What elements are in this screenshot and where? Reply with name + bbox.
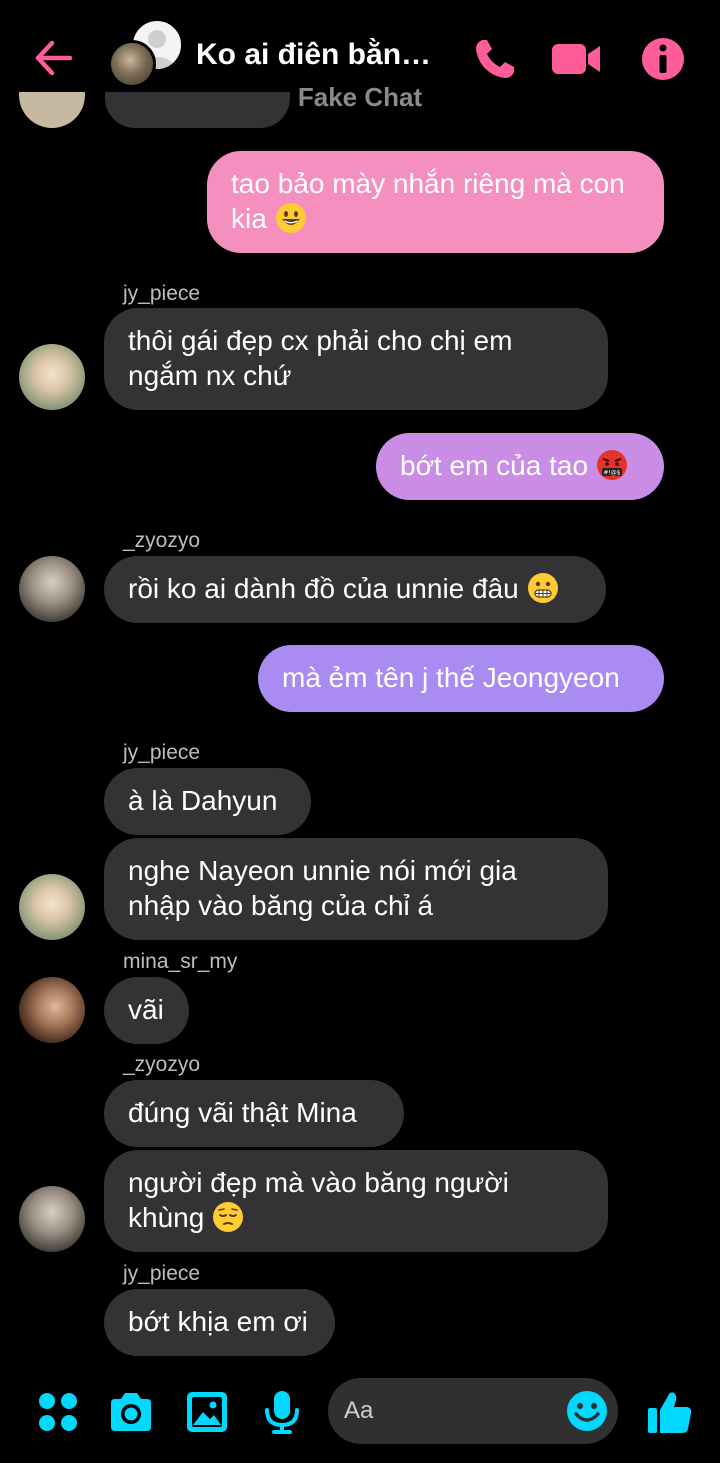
message-bubble-incoming[interactable]: vãi bbox=[104, 977, 189, 1044]
sender-name: _zyozyo bbox=[123, 529, 201, 552]
message-bubble-incoming[interactable]: nghe Nayeon unnie nói mới gia nhập vào b… bbox=[104, 838, 608, 940]
avatar-jy-piece[interactable] bbox=[19, 874, 85, 940]
group-avatar[interactable] bbox=[108, 18, 184, 90]
cursing-face-emoji: #!@$ bbox=[596, 450, 627, 480]
message-text: người đẹp mà vào băng người khùng bbox=[128, 1167, 509, 1233]
partial-avatar bbox=[19, 92, 85, 128]
avatar-jy-piece[interactable] bbox=[19, 344, 85, 410]
thumbs-up-icon[interactable] bbox=[646, 1388, 694, 1436]
message-bubble-incoming[interactable]: bớt khịa em ơi bbox=[104, 1289, 335, 1356]
message-bubble-incoming[interactable]: thôi gái đẹp cx phải cho chị em ngắm nx … bbox=[104, 308, 608, 410]
emoji-icon[interactable] bbox=[566, 1390, 608, 1432]
phone-icon[interactable] bbox=[470, 34, 520, 84]
message-bubble-incoming[interactable]: rồi ko ai dành đồ của unnie đâu bbox=[104, 556, 606, 623]
message-text: mà ẻm tên j thế Jeongyeon bbox=[282, 662, 620, 693]
message-text: đúng vãi thật Mina bbox=[128, 1097, 357, 1128]
message-input[interactable]: Aa bbox=[328, 1378, 618, 1444]
message-bubble-incoming[interactable]: đúng vãi thật Mina bbox=[104, 1080, 404, 1147]
message-text: nghe Nayeon unnie nói mới gia nhập vào b… bbox=[128, 855, 517, 921]
message-text: à là Dahyun bbox=[128, 785, 278, 816]
message-bubble-incoming[interactable]: à là Dahyun bbox=[104, 768, 311, 835]
message-bubble-outgoing[interactable]: tao bảo mày nhắn riêng mà con kia bbox=[207, 151, 664, 253]
message-bubble-outgoing[interactable]: bớt em của tao #!@$ bbox=[376, 433, 664, 500]
message-bubble-incoming[interactable]: người đẹp mà vào băng người khùng bbox=[104, 1150, 608, 1252]
partial-bubble bbox=[105, 92, 290, 128]
camera-icon[interactable] bbox=[107, 1388, 155, 1436]
grimacing-face-emoji bbox=[527, 573, 558, 603]
image-icon[interactable] bbox=[183, 1388, 231, 1436]
avatar-zyozyo[interactable] bbox=[19, 556, 85, 622]
message-input-placeholder: Aa bbox=[344, 1397, 374, 1424]
sender-name: jy_piece bbox=[123, 1262, 201, 1285]
group-avatar-front bbox=[108, 40, 156, 88]
message-text: rồi ko ai dành đồ của unnie đâu bbox=[128, 573, 519, 604]
avatar-zyozyo[interactable] bbox=[19, 1186, 85, 1252]
pensive-face-emoji bbox=[213, 1202, 244, 1232]
message-text: bớt khịa em ơi bbox=[128, 1306, 308, 1337]
sender-name: _zyozyo bbox=[123, 1053, 201, 1076]
message-text: bớt em của tao bbox=[400, 450, 589, 481]
message-text: vãi bbox=[128, 994, 164, 1025]
chat-screen: Ko ai điên bằng ... Fake Chat tao bảo mà… bbox=[0, 0, 720, 1463]
svg-text:#!@$: #!@$ bbox=[603, 470, 620, 477]
chat-title[interactable]: Ko ai điên bằng ... bbox=[196, 38, 446, 72]
grinning-face-emoji bbox=[275, 203, 306, 233]
sender-name: jy_piece bbox=[123, 741, 201, 764]
sender-name: mina_sr_my bbox=[123, 950, 238, 973]
video-call-icon[interactable] bbox=[550, 34, 602, 84]
message-bubble-outgoing[interactable]: mà ẻm tên j thế Jeongyeon bbox=[258, 645, 664, 712]
menu-dots-icon[interactable] bbox=[34, 1388, 82, 1436]
avatar-mina-sr-my[interactable] bbox=[19, 977, 85, 1043]
sender-name: jy_piece bbox=[123, 282, 201, 305]
info-icon[interactable] bbox=[638, 34, 688, 84]
message-composer: Aa bbox=[0, 1370, 720, 1463]
back-arrow-icon[interactable] bbox=[30, 34, 78, 82]
message-text: thôi gái đẹp cx phải cho chị em ngắm nx … bbox=[128, 325, 513, 391]
microphone-icon[interactable] bbox=[258, 1388, 306, 1436]
